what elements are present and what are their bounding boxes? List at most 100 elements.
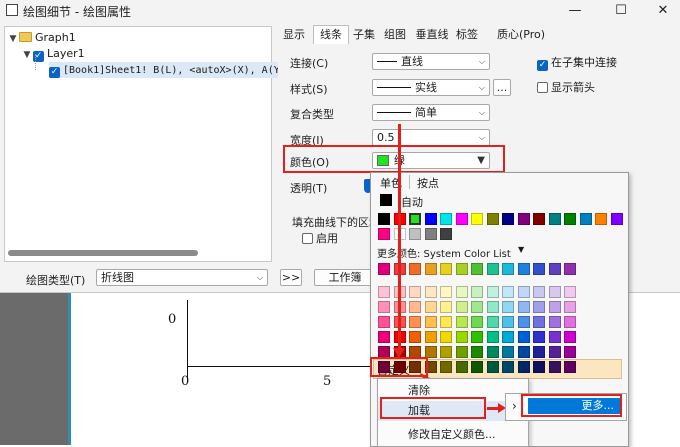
minimize-button[interactable]: — xyxy=(560,1,590,21)
color-swatch[interactable] xyxy=(564,301,576,313)
style-more-button[interactable]: ... xyxy=(493,79,511,96)
color-swatch[interactable] xyxy=(548,361,561,373)
color-swatch[interactable] xyxy=(502,361,514,373)
connect-select[interactable]: 直线 ⌵ xyxy=(372,53,490,70)
color-swatch[interactable] xyxy=(486,316,499,328)
color-swatch[interactable] xyxy=(440,361,452,373)
color-swatch[interactable] xyxy=(502,331,514,343)
style-select[interactable]: 实线 ⌵ xyxy=(372,79,490,96)
color-swatch[interactable] xyxy=(564,346,576,358)
color-swatch[interactable] xyxy=(517,301,530,313)
color-swatch[interactable] xyxy=(378,213,390,225)
color-swatch[interactable] xyxy=(471,286,483,298)
color-swatch[interactable] xyxy=(533,361,545,373)
color-swatch[interactable] xyxy=(424,286,437,298)
color-swatch[interactable] xyxy=(409,301,421,313)
color-swatch[interactable] xyxy=(517,213,530,225)
color-swatch[interactable] xyxy=(502,263,514,275)
color-swatch[interactable] xyxy=(424,228,437,240)
color-swatch[interactable] xyxy=(486,346,499,358)
workbook-button[interactable]: 工作簿 xyxy=(314,269,376,286)
color-swatch[interactable] xyxy=(409,263,421,275)
menu-item-modify-custom[interactable]: 修改自定义颜色... xyxy=(378,425,528,445)
color-swatch[interactable] xyxy=(471,213,483,225)
color-swatch[interactable] xyxy=(455,361,468,373)
color-swatch[interactable] xyxy=(471,346,483,358)
tree-item-layer1[interactable]: ▼ ✓ Layer1 xyxy=(21,46,85,62)
color-swatch[interactable] xyxy=(471,263,483,275)
color-swatch[interactable] xyxy=(486,263,499,275)
color-swatch[interactable] xyxy=(409,228,421,240)
color-swatch[interactable] xyxy=(502,316,514,328)
color-swatch[interactable] xyxy=(517,286,530,298)
color-swatch[interactable] xyxy=(455,286,468,298)
color-swatch[interactable] xyxy=(471,331,483,343)
auto-color-swatch[interactable] xyxy=(380,194,392,206)
close-button[interactable]: ✕ xyxy=(648,1,678,21)
color-swatch[interactable] xyxy=(378,301,390,313)
color-swatch[interactable] xyxy=(564,331,576,343)
color-swatch[interactable] xyxy=(533,331,545,343)
tab-label[interactable]: 标签 xyxy=(453,26,481,44)
color-swatch[interactable] xyxy=(440,301,452,313)
tab-drop-lines[interactable]: 垂直线 xyxy=(412,26,452,44)
tree-item-plot[interactable]: ✓ [Book1]Sheet1! B(L), <autoX>(X), A(Y) [… xyxy=(49,62,306,78)
color-swatch[interactable] xyxy=(517,361,530,373)
fill-enable-checkbox[interactable]: 启用 xyxy=(302,230,338,246)
color-swatch[interactable] xyxy=(548,346,561,358)
color-swatch[interactable] xyxy=(486,361,499,373)
color-swatch[interactable] xyxy=(378,316,390,328)
color-swatch[interactable] xyxy=(486,331,499,343)
color-swatch[interactable] xyxy=(455,263,468,275)
color-swatch[interactable] xyxy=(564,286,576,298)
color-swatch[interactable] xyxy=(440,286,452,298)
color-swatch[interactable] xyxy=(471,301,483,313)
color-swatch[interactable] xyxy=(440,346,452,358)
color-swatch[interactable] xyxy=(564,361,576,373)
color-swatch[interactable] xyxy=(517,316,530,328)
checkbox-checked-icon[interactable]: ✓ xyxy=(49,67,60,78)
color-swatch[interactable] xyxy=(378,286,390,298)
color-swatch[interactable] xyxy=(579,213,592,225)
tab-centroid[interactable]: 质心(Pro) xyxy=(488,26,554,44)
color-swatch[interactable] xyxy=(502,301,514,313)
color-swatch[interactable] xyxy=(517,331,530,343)
color-swatch[interactable] xyxy=(440,228,452,240)
color-swatch[interactable] xyxy=(564,263,576,275)
tab-group[interactable]: 组图 xyxy=(381,26,409,44)
maximize-button[interactable]: ☐ xyxy=(606,1,636,21)
tab-line[interactable]: 线条 xyxy=(313,25,349,46)
color-swatch[interactable] xyxy=(455,301,468,313)
color-swatch[interactable] xyxy=(548,331,561,343)
color-swatch[interactable] xyxy=(409,213,421,225)
color-swatch[interactable] xyxy=(424,301,437,313)
color-swatch[interactable] xyxy=(533,286,545,298)
color-swatch[interactable] xyxy=(471,316,483,328)
color-swatch[interactable] xyxy=(378,331,390,343)
checkbox-unchecked-icon[interactable] xyxy=(302,233,313,244)
tab-display[interactable]: 显示 xyxy=(280,26,308,44)
chevron-down-icon[interactable]: ▼ xyxy=(7,31,19,47)
color-swatch[interactable] xyxy=(455,346,468,358)
color-swatch[interactable] xyxy=(409,316,421,328)
color-swatch[interactable] xyxy=(502,346,514,358)
color-swatch[interactable] xyxy=(471,361,483,373)
color-swatch[interactable] xyxy=(533,213,545,225)
tab-subset[interactable]: 子集 xyxy=(351,26,377,44)
color-swatch[interactable] xyxy=(486,286,499,298)
tree-horizontal-scrollbar[interactable] xyxy=(8,250,198,256)
color-swatch[interactable] xyxy=(409,286,421,298)
connect-in-subset-checkbox[interactable]: ✓ 在子集中连接 xyxy=(537,54,617,71)
color-swatch[interactable] xyxy=(548,316,561,328)
show-arrow-checkbox[interactable]: 显示箭头 xyxy=(537,79,595,95)
color-swatch[interactable] xyxy=(502,213,514,225)
color-swatch[interactable] xyxy=(548,213,561,225)
color-swatch[interactable] xyxy=(378,263,390,275)
color-swatch[interactable] xyxy=(533,263,545,275)
checkbox-unchecked-icon[interactable] xyxy=(537,82,548,93)
expand-button[interactable]: >> xyxy=(280,269,302,286)
color-swatch[interactable] xyxy=(424,316,437,328)
color-swatch[interactable] xyxy=(440,331,452,343)
auto-color-label[interactable]: 自动 xyxy=(401,194,423,210)
color-swatch[interactable] xyxy=(455,213,468,225)
